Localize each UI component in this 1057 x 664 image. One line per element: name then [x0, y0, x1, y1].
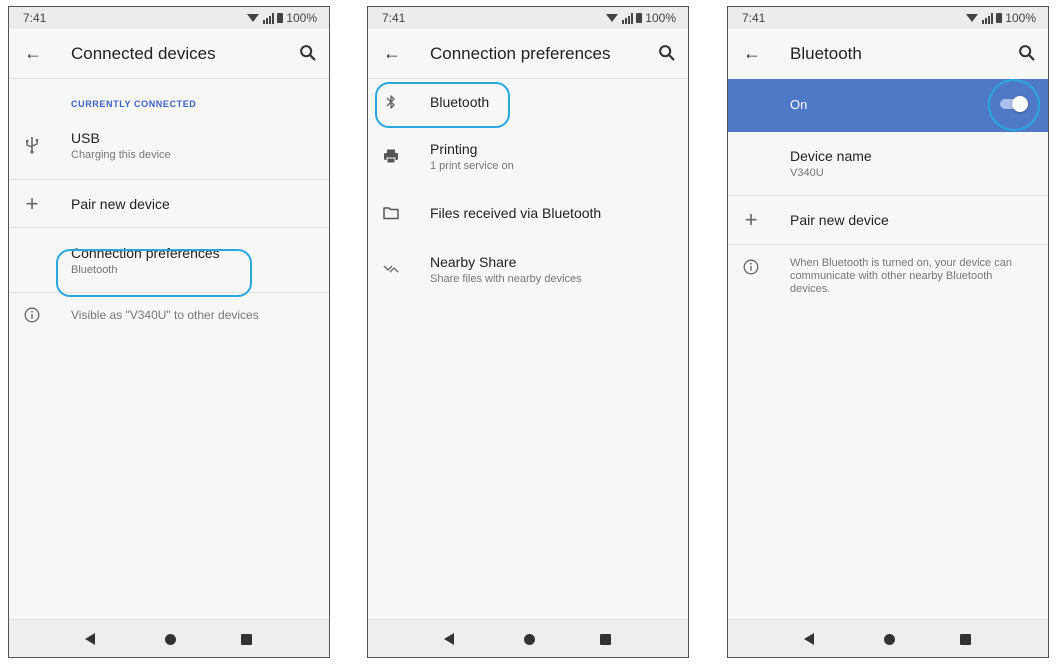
bluetooth-on-label: On	[790, 97, 808, 112]
connection-preferences-item[interactable]: Connection preferences Bluetooth	[9, 228, 329, 292]
pair-new-device-item[interactable]: + Pair new device	[9, 180, 329, 227]
nav-bar	[9, 619, 329, 657]
page-title: Connection preferences	[430, 44, 611, 63]
folder-icon	[380, 202, 402, 224]
page-title: Connected devices	[71, 44, 216, 63]
device-name-item[interactable]: Device name V340U	[728, 132, 1048, 195]
nav-home-icon[interactable]	[884, 634, 895, 645]
wifi-icon	[247, 14, 260, 22]
screen-bluetooth: 7:41 100% ← Bluetooth On Device name V34…	[727, 6, 1049, 658]
nearby-share-subtitle: Share files with nearby devices	[430, 272, 582, 285]
status-bar: 7:41 100%	[728, 7, 1048, 29]
battery-icon	[636, 13, 643, 23]
status-time: 7:41	[23, 11, 47, 25]
screen-connected-devices: 7:41 100% ← Connected devices CURRENTLY …	[8, 6, 330, 658]
printing-subtitle: 1 print service on	[430, 159, 514, 172]
section-currently-connected: CURRENTLY CONNECTED	[71, 99, 197, 109]
info-icon	[740, 256, 762, 278]
nearby-share-item[interactable]: Nearby Share Share files with nearby dev…	[368, 239, 688, 299]
printer-icon	[380, 145, 402, 167]
back-arrow-icon[interactable]: ←	[380, 41, 404, 65]
signal-icon	[622, 12, 634, 24]
printing-title: Printing	[430, 140, 478, 157]
nav-home-icon[interactable]	[165, 634, 176, 645]
battery-icon	[996, 13, 1003, 23]
nav-recents-icon[interactable]	[241, 634, 252, 645]
nearby-share-icon	[380, 258, 402, 280]
pair-new-device-label: Pair new device	[71, 195, 170, 212]
app-bar: ← Connected devices	[9, 29, 329, 79]
status-bar: 7:41 100%	[368, 7, 688, 29]
bluetooth-info-item: When Bluetooth is turned on, your device…	[728, 245, 1048, 296]
nav-bar	[728, 619, 1048, 657]
search-icon[interactable]	[297, 42, 319, 64]
page-title: Bluetooth	[790, 44, 862, 63]
info-icon	[21, 304, 43, 326]
plus-icon: +	[744, 207, 758, 232]
nav-bar	[368, 619, 688, 657]
nav-recents-icon[interactable]	[600, 634, 611, 645]
back-arrow-icon[interactable]: ←	[740, 41, 764, 65]
usb-item[interactable]: USB Charging this device	[9, 119, 329, 171]
nav-home-icon[interactable]	[524, 634, 535, 645]
battery-percent: 100%	[286, 11, 317, 25]
nearby-share-title: Nearby Share	[430, 253, 517, 270]
usb-icon	[21, 134, 43, 156]
usb-subtitle: Charging this device	[71, 148, 171, 161]
battery-percent: 100%	[1005, 11, 1036, 25]
nav-recents-icon[interactable]	[960, 634, 971, 645]
files-received-label: Files received via Bluetooth	[430, 205, 602, 221]
pair-new-device-label: Pair new device	[790, 212, 889, 228]
status-time: 7:41	[742, 11, 766, 25]
status-bar: 7:41 100%	[9, 7, 329, 29]
usb-title: USB	[71, 129, 100, 146]
bluetooth-icon	[380, 91, 402, 113]
highlight-toggle	[988, 79, 1040, 131]
bluetooth-item[interactable]: Bluetooth	[368, 79, 688, 125]
connection-preferences-title: Connection preferences	[71, 244, 220, 261]
battery-percent: 100%	[645, 11, 676, 25]
visibility-info-item: Visible as "V340U" to other devices	[9, 293, 329, 337]
battery-icon	[277, 13, 284, 23]
bluetooth-label: Bluetooth	[430, 94, 490, 110]
bluetooth-info-text: When Bluetooth is turned on, your device…	[790, 257, 1012, 295]
connection-preferences-subtitle: Bluetooth	[71, 263, 118, 276]
search-icon[interactable]	[1016, 42, 1038, 64]
wifi-icon	[606, 14, 619, 22]
device-name-value: V340U	[790, 167, 824, 179]
visibility-text: Visible as "V340U" to other devices	[71, 307, 259, 322]
plus-icon: +	[25, 190, 39, 216]
nav-back-icon[interactable]	[804, 633, 814, 645]
bluetooth-master-switch-bar[interactable]: On	[728, 79, 1048, 132]
app-bar: ← Bluetooth	[728, 29, 1048, 79]
device-name-title: Device name	[790, 148, 872, 164]
pair-new-device-item[interactable]: + Pair new device	[728, 196, 1048, 244]
status-time: 7:41	[382, 11, 406, 25]
files-received-item[interactable]: Files received via Bluetooth	[368, 187, 688, 239]
back-arrow-icon[interactable]: ←	[21, 41, 45, 65]
search-icon[interactable]	[656, 42, 678, 64]
app-bar: ← Connection preferences	[368, 29, 688, 79]
signal-icon	[263, 12, 275, 24]
screen-connection-preferences: 7:41 100% ← Connection preferences Bluet…	[367, 6, 689, 658]
nav-back-icon[interactable]	[444, 633, 454, 645]
wifi-icon	[966, 14, 979, 22]
signal-icon	[982, 12, 994, 24]
printing-item[interactable]: Printing 1 print service on	[368, 125, 688, 187]
nav-back-icon[interactable]	[85, 633, 95, 645]
